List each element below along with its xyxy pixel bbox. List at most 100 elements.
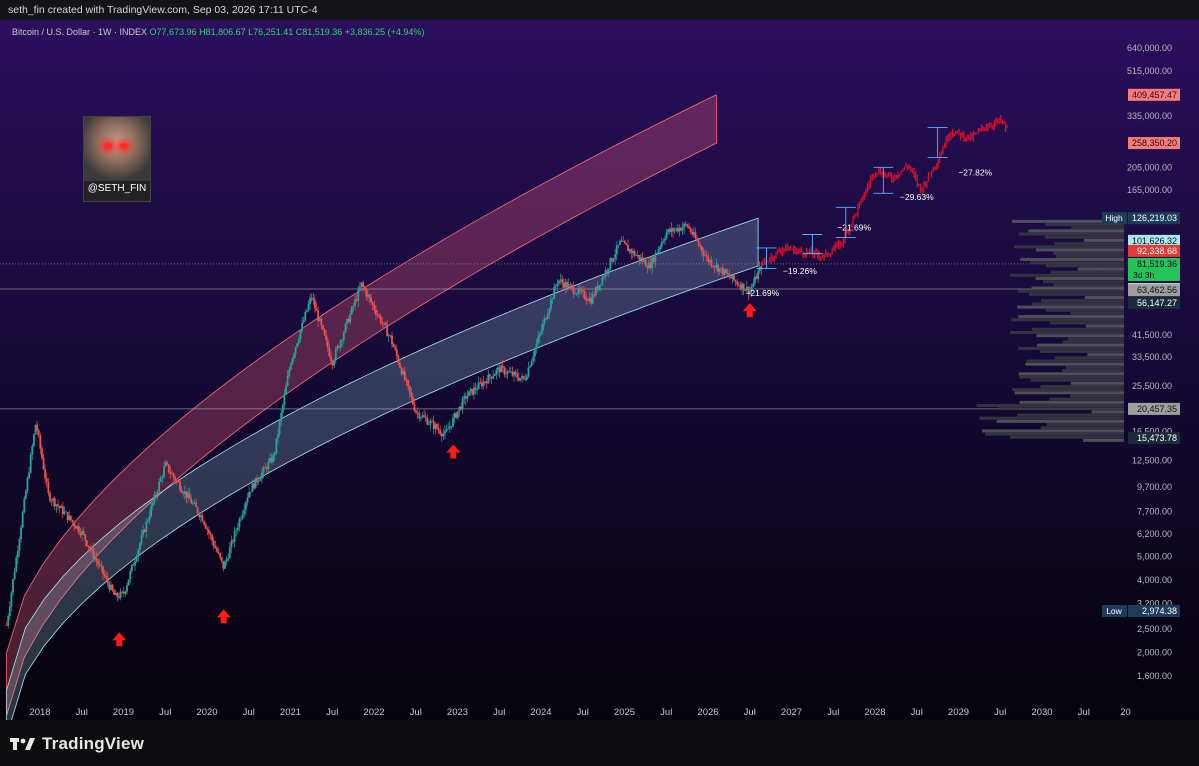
candle-body: [322, 325, 324, 330]
candle-body: [275, 438, 278, 454]
candle-body: [111, 584, 114, 591]
candle-body: [352, 305, 355, 307]
candle-body: [633, 250, 636, 256]
price-label: 92,338.68: [1137, 246, 1177, 256]
candle-body: [700, 246, 703, 252]
candle-body: [55, 504, 58, 507]
candle-body: [69, 515, 72, 521]
volume-profile-bar: [1070, 381, 1124, 385]
candle-body: [87, 545, 90, 548]
candle-body: [628, 249, 631, 252]
candle-body: [188, 493, 191, 499]
x-tick-label: Jul: [493, 707, 505, 718]
candle-body: [545, 318, 548, 319]
candle-body: [432, 421, 435, 430]
candle-body: [60, 506, 63, 508]
candle-body: [729, 276, 732, 279]
candle-body: [41, 448, 43, 459]
candle-body: [482, 381, 485, 387]
candle-body: [270, 457, 273, 463]
candle-body: [341, 339, 344, 341]
candle-body: [619, 240, 621, 245]
volume-profile-bar: [1018, 315, 1124, 319]
candle-body: [384, 322, 387, 326]
candle-body: [421, 415, 424, 418]
candle-body: [304, 311, 307, 321]
candle-body: [305, 310, 308, 312]
candle-body: [472, 387, 475, 395]
candle-body: [339, 340, 342, 348]
volume-profile-bar: [1031, 286, 1124, 290]
candle-body: [684, 223, 687, 225]
volume-profile-bar: [1065, 365, 1124, 369]
candle-body: [530, 360, 533, 367]
candle-body: [428, 423, 430, 425]
x-tick-label: 20: [1120, 707, 1131, 718]
volume-profile-bar: [1053, 251, 1124, 255]
candle-body: [662, 240, 665, 243]
y-tick-label: 2,000.00: [1137, 648, 1172, 658]
candle-body: [50, 500, 53, 502]
candle-body: [415, 410, 417, 413]
candle-body: [31, 445, 34, 455]
candle-body: [692, 232, 695, 235]
x-tick-label: 2019: [113, 707, 134, 718]
volume-profile-bar: [1050, 270, 1124, 274]
candle-body: [53, 498, 56, 507]
candle-body: [113, 590, 116, 595]
candle-body: [148, 516, 151, 521]
y-tick-label: 25,500.00: [1132, 381, 1172, 391]
x-tick-label: Jul: [660, 707, 672, 718]
volume-profile-bar: [1044, 235, 1124, 239]
volume-profile-bar: [1009, 435, 1124, 439]
candle-body: [615, 245, 618, 255]
brand-name: TradingView: [42, 734, 145, 753]
candle-body: [660, 242, 663, 247]
candle-body: [315, 308, 318, 311]
candle-body: [630, 249, 633, 254]
volume-profile-bar: [1085, 324, 1124, 328]
candle-body: [416, 412, 419, 414]
candle-body: [208, 529, 210, 534]
candle-body: [733, 275, 735, 281]
volume-profile-bar: [1025, 362, 1124, 366]
y-tick-label: 5,000.00: [1137, 552, 1172, 562]
volume-profile-bar: [1046, 264, 1124, 268]
low-value: L76,251.41: [248, 27, 294, 37]
candle-body: [256, 477, 258, 483]
candle-body: [92, 548, 95, 558]
tradingview-logo[interactable]: TradingView: [10, 734, 144, 754]
candle-body: [607, 268, 610, 272]
candle-body: [370, 297, 373, 303]
candle-body: [24, 491, 27, 499]
candle-body: [365, 289, 368, 297]
candle-body: [124, 591, 127, 594]
high-value: H81,806.67: [199, 27, 246, 37]
price-chart[interactable]: −21.69% −19.26% −21.69% −29.63% −27.82% 640,0…: [0, 20, 1199, 720]
volume-profile-bar: [1040, 384, 1124, 388]
candle-body: [689, 228, 692, 233]
volume-profile-bar: [1040, 299, 1124, 303]
y-tick-label: 9,700.00: [1137, 482, 1172, 492]
candle-body: [220, 557, 223, 561]
volume-profile-bar: [1040, 426, 1124, 430]
candle-body: [402, 371, 405, 375]
candle-body: [119, 591, 122, 598]
candle-body: [246, 497, 249, 503]
x-tick-label: 2025: [614, 707, 635, 718]
candle-body: [147, 520, 149, 522]
candle-body: [664, 238, 666, 241]
candle-body: [44, 469, 47, 479]
candle-body: [97, 561, 100, 565]
candle-body: [405, 379, 408, 381]
candle-body: [312, 298, 315, 301]
candle-body: [429, 421, 432, 424]
candle-body: [294, 347, 297, 354]
y-tick-label: 4,000.00: [1137, 575, 1172, 585]
candle-body: [76, 526, 79, 529]
candle-body: [363, 286, 366, 290]
volume-profile-bar: [1070, 394, 1124, 398]
drawdown-label: −21.69%: [837, 223, 871, 233]
candle-body: [461, 398, 464, 410]
candle-body: [376, 314, 379, 316]
